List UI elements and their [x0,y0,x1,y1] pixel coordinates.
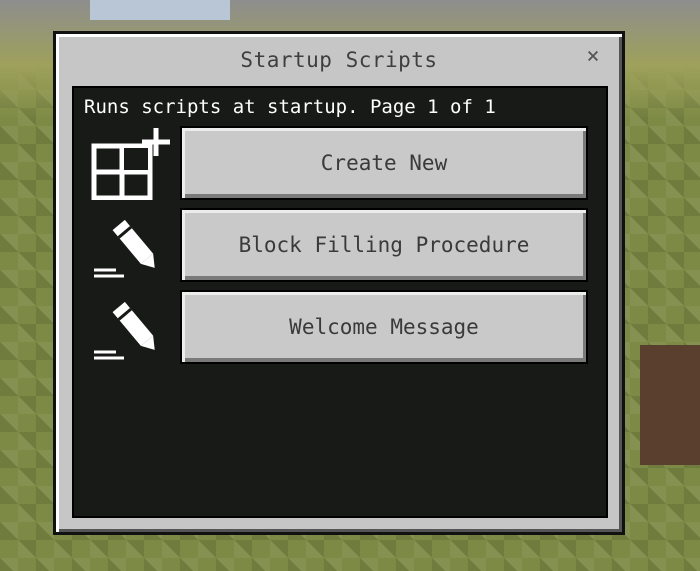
create-new-icon [90,126,180,200]
list-item-script: Block Filling Procedure [74,208,608,282]
list-item-create-new: Create New [74,126,608,200]
script-button-welcome-message[interactable]: Welcome Message [180,290,588,364]
dialog-title: Startup Scripts [240,48,438,72]
close-button[interactable]: × [582,46,604,68]
edit-pencil-icon [90,290,180,364]
startup-scripts-dialog: Startup Scripts × Runs scripts at startu… [53,31,625,535]
list-item-script: Welcome Message [74,290,608,364]
script-button-block-filling[interactable]: Block Filling Procedure [180,208,588,282]
create-new-button[interactable]: Create New [180,126,588,200]
dialog-subtitle: Runs scripts at startup. Page 1 of 1 [84,96,496,118]
background-tree-trunk [640,345,700,465]
edit-pencil-icon [90,208,180,282]
scripts-panel: Runs scripts at startup. Page 1 of 1 Cre… [72,86,608,518]
background-sky-patch [90,0,230,20]
